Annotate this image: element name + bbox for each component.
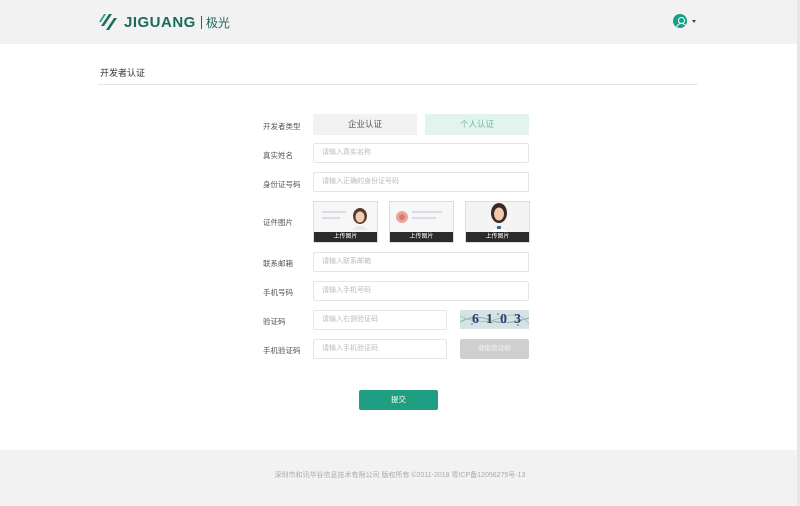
portrait-icon [486,203,512,234]
sms-code-label: 手机验证码 [263,346,301,355]
get-code-button[interactable]: 获取验证码 [460,339,529,359]
card-text-line [322,217,340,219]
upload-button[interactable]: 上传图片 [314,232,377,242]
footer-copyright: 深圳市和讯华谷信息技术有限公司 版权所有 ©2011-2018 粤ICP备120… [274,472,526,479]
captcha-label: 验证码 [263,317,286,326]
jiguang-logo-icon [99,14,117,30]
personal-type-button[interactable]: 个人认证 [425,114,529,135]
card-text-line [412,211,442,213]
upload-button[interactable]: 上传图片 [466,232,529,242]
title-divider [98,84,698,85]
upload-button[interactable]: 上传图片 [390,232,453,242]
user-menu[interactable] [673,14,696,28]
captcha-input[interactable]: 请输入右侧验证码 [313,310,447,330]
submit-button[interactable]: 提交 [359,390,438,410]
logo-text: JIGUANG [124,13,196,31]
caret-down-icon[interactable] [692,19,696,23]
id-photo-label: 证件图片 [263,218,293,227]
logo-divider [200,15,202,29]
id-number-label: 身份证号码 [263,180,301,189]
id-card-back-upload[interactable]: 上传图片 [389,201,454,243]
top-header: JIGUANG 极光 [0,0,800,44]
emblem-icon [396,211,408,223]
id-number-input[interactable]: 请输入正确的身份证号码 [313,172,529,192]
portrait-icon [352,208,368,230]
email-input[interactable]: 请输入联系邮箱 [313,252,529,272]
captcha-text: 6103 [472,312,528,327]
page-title: 开发者认证 [100,68,146,78]
email-label: 联系邮箱 [263,259,293,268]
logo-text-cn: 极光 [205,15,230,30]
main-content: 开发者认证 开发者类型 企业认证 个人认证 真实姓名 请输入真实名称 身份证号码… [0,44,800,450]
user-circle-icon[interactable] [673,14,687,28]
card-text-line [322,211,346,213]
captcha-image[interactable]: 6103 [460,310,529,329]
real-name-input[interactable]: 请输入真实名称 [313,143,529,163]
card-text-line [412,217,436,219]
phone-label: 手机号码 [263,288,293,297]
real-name-label: 真实姓名 [263,151,293,160]
id-card-front-upload[interactable]: 上传图片 [313,201,378,243]
jiguang-logo[interactable]: JIGUANG 极光 [98,12,230,32]
developer-type-label: 开发者类型 [263,122,301,131]
phone-input[interactable]: 请输入手机号码 [313,281,529,301]
enterprise-type-button[interactable]: 企业认证 [313,114,417,135]
sms-code-input[interactable]: 请输入手机验证码 [313,339,447,359]
handheld-id-upload[interactable]: 上传图片 [465,201,530,243]
